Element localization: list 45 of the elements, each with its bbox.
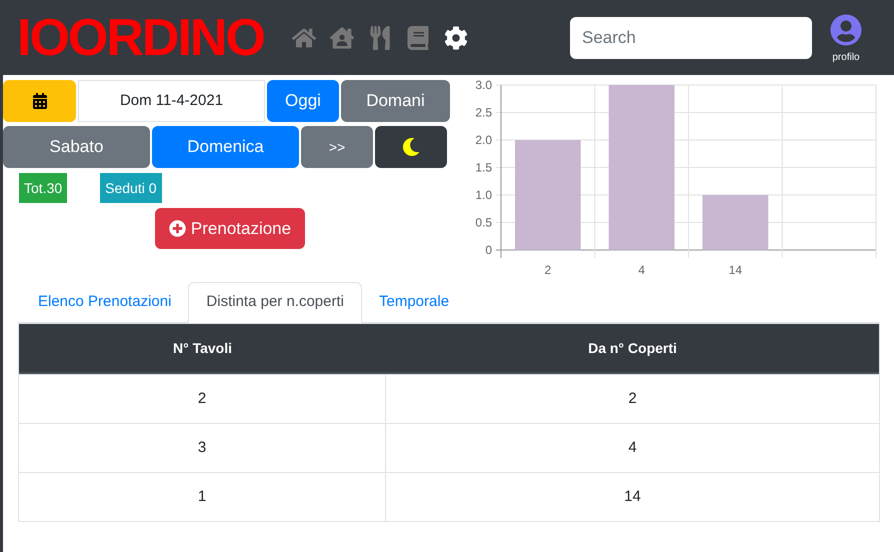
table-cell-text: 2: [627, 388, 638, 409]
new-booking-button[interactable]: Prenotazione: [154, 208, 306, 249]
y-tick-label: 2.5: [475, 106, 492, 120]
utensils-icon[interactable]: [368, 26, 392, 50]
column-header: N° Tavoli: [172, 338, 233, 358]
plus-icon: [168, 220, 186, 237]
house-user-icon[interactable]: [330, 26, 354, 50]
y-tick-label: 1.5: [475, 160, 492, 174]
tab[interactable]: Distinta per n.coperti: [188, 282, 362, 323]
book-icon[interactable]: [406, 26, 430, 50]
tab[interactable]: Elenco Prenotazioni: [21, 282, 188, 323]
tab[interactable]: Temporale: [362, 282, 466, 323]
count-badge: Tot.30: [19, 173, 68, 203]
settings-icon[interactable]: [444, 26, 468, 50]
table-cell: 1: [19, 473, 386, 521]
calendar-icon: [32, 93, 48, 109]
day-button[interactable]: Oggi: [267, 80, 339, 122]
profile-avatar-icon[interactable]: [830, 14, 862, 46]
y-tick-label: 1.0: [475, 188, 492, 202]
y-tick-label: 0: [485, 243, 492, 257]
profile-label[interactable]: profilo: [832, 50, 860, 65]
day-button[interactable]: Domenica: [152, 126, 299, 168]
moon-icon: [402, 138, 420, 156]
day-button[interactable]: Sabato: [3, 126, 150, 168]
logo: IOORDINO: [17, 12, 264, 64]
home-icon[interactable]: [292, 26, 316, 50]
calendar-button[interactable]: [3, 80, 76, 122]
table-cell-text: 4: [627, 438, 638, 458]
date-field[interactable]: Dom 11-4-2021: [78, 80, 265, 122]
x-tick-label: 4: [638, 263, 645, 276]
x-tick-label: 14: [728, 263, 742, 276]
table-cell-text: 14: [623, 486, 642, 507]
bar: [702, 195, 768, 250]
column-header: Da n° Coperti: [587, 338, 678, 358]
count-badge: Seduti 0: [100, 173, 162, 203]
table-cell: 2: [19, 375, 386, 423]
y-tick-label: 0.5: [475, 216, 492, 230]
x-tick-label: 2: [544, 263, 552, 276]
day-button[interactable]: Domani: [341, 80, 450, 122]
day-button[interactable]: >>: [301, 126, 373, 168]
y-tick-label: 3.0: [475, 78, 492, 92]
y-tick-label: 2.0: [475, 133, 492, 147]
dark-mode-button[interactable]: [375, 126, 447, 168]
table-cell: 3: [19, 424, 386, 472]
search-field[interactable]: Search: [570, 16, 812, 58]
